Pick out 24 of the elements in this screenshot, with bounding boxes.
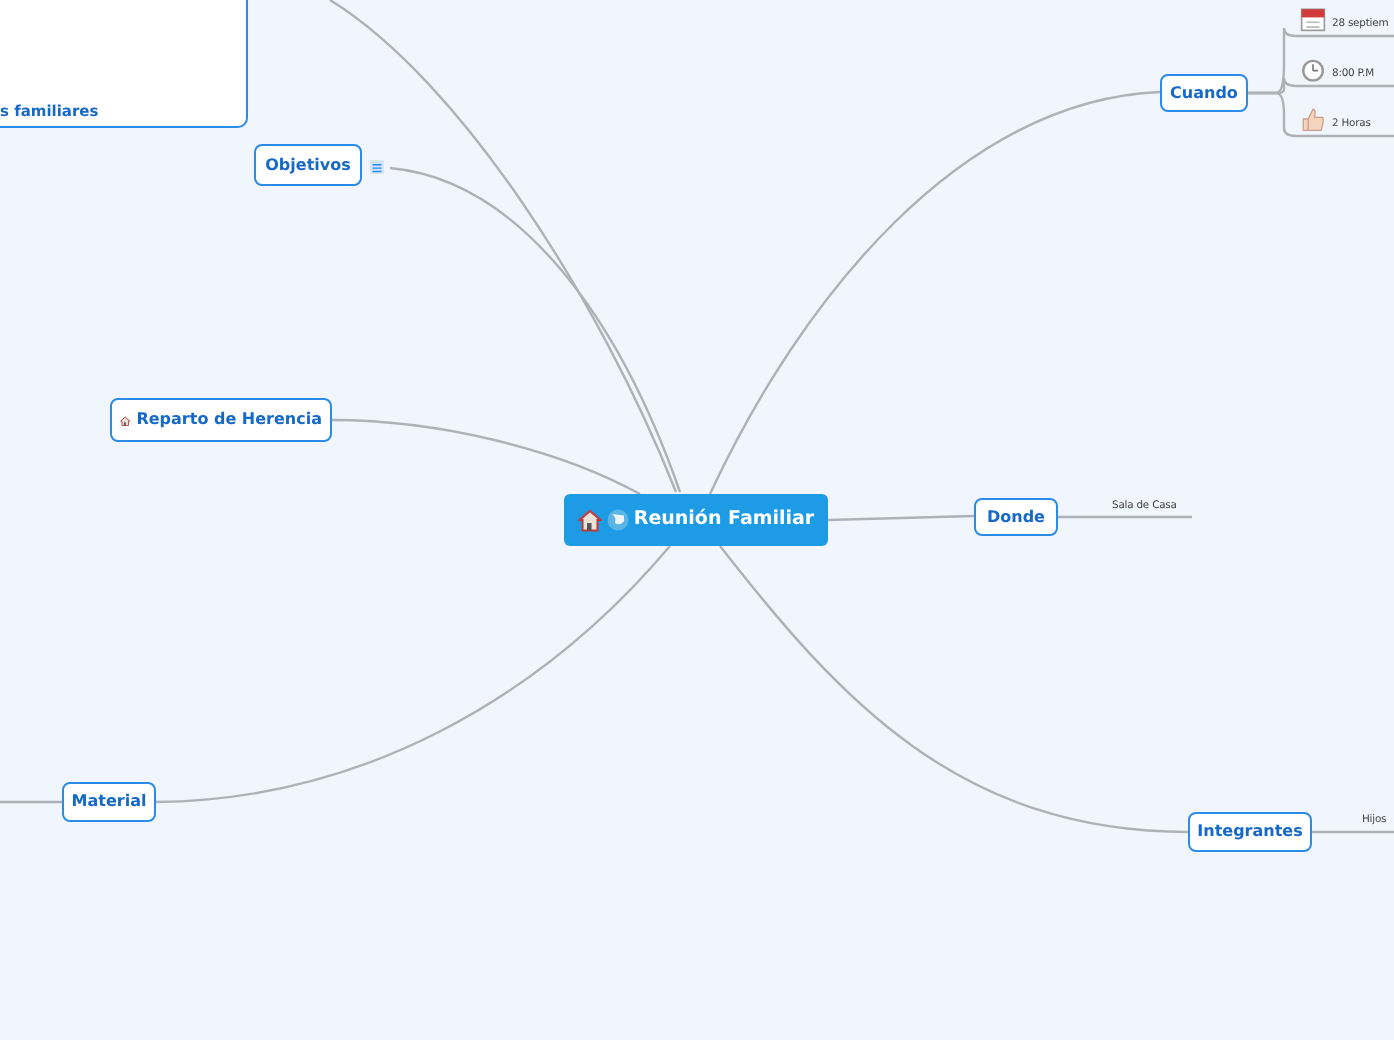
thumbs-up-icon [1300, 106, 1326, 132]
topic-node[interactable]: Cuando [1160, 74, 1248, 112]
topic-node[interactable]: Reparto de Herencia [110, 398, 332, 442]
topic-node[interactable]: Material [62, 782, 156, 822]
topic-label: Material [71, 790, 147, 814]
topic-label: Reparto de Herencia [136, 408, 322, 432]
topic-node[interactable]: Objetivos [254, 144, 362, 186]
note-icon [368, 158, 386, 176]
clock-icon [1300, 56, 1326, 82]
topic-label: Objetivos [265, 153, 351, 177]
topic-label: Integrantes [1197, 820, 1303, 844]
topic-label: Cuando [1170, 81, 1238, 105]
central-topic-label: Reunión Familiar [633, 505, 815, 534]
topic-node[interactable]: Donde [974, 498, 1058, 536]
globe-icon [605, 508, 630, 532]
topic-node[interactable]: Integrantes [1188, 812, 1312, 852]
house-icon [577, 508, 602, 532]
connector-line [0, 800, 62, 804]
topic-panel[interactable] [0, 0, 248, 128]
central-topic[interactable]: Reunión Familiar [564, 494, 828, 546]
calendar-icon [1300, 6, 1326, 32]
topic-label: Donde [987, 505, 1045, 529]
connector-line [1312, 830, 1394, 834]
connector-line [1058, 515, 1192, 519]
